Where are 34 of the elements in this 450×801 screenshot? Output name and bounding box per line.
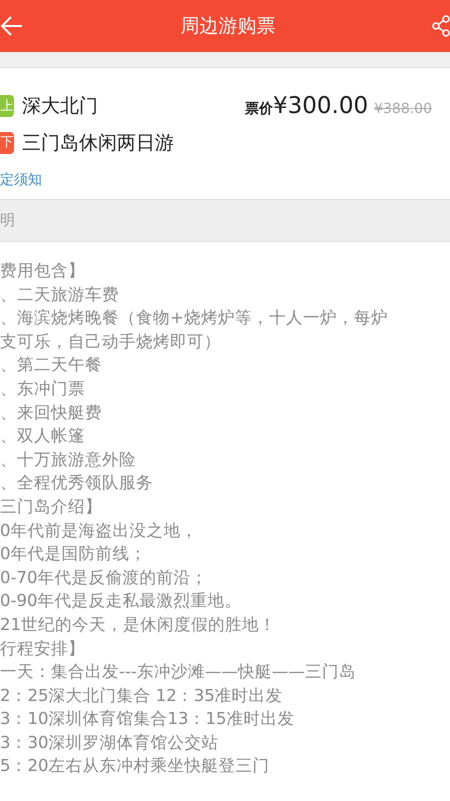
description-line: 、来回快艇费 [0,402,103,424]
booking-notice-link[interactable]: 定须知 [0,170,42,191]
description-line: 、海滨烧烤晚餐（食物+烧烤炉等，十人一炉，每炉 [0,307,389,330]
description-line: 、全程优秀领队服务 [0,472,154,494]
description-line: 一天：集合出发---东冲沙滩——快艇——三门岛 [0,661,357,684]
description-line: 0-90年代是反走私最激烈重地。 [0,590,242,612]
back-icon[interactable] [0,15,24,37]
description-line: 三门岛介绍】 [0,496,103,518]
description-line: 0-70年代是反偷渡的前沿； [0,566,208,589]
stop-badge: 下 [0,132,14,154]
description-line: 费用包含】 [0,260,86,282]
description-line: 21世纪的今天，是休闲度假的胜地！ [0,614,277,636]
share-icon[interactable] [432,15,450,37]
description-line: 支可乐，自己动手烧烤即可） [0,330,222,353]
description-line: 、双人帐篷 [0,425,86,448]
price-label: 票价 [244,100,273,119]
description-line: 2：25深大北门集合 12：35准时出发 [0,684,284,707]
description-line: 0年代前是海盗出没之地， [0,520,198,542]
stop-name: 深大北门 [22,94,98,119]
description-line: 、第二天午餐 [0,354,103,376]
original-price: ¥388.00 [374,100,432,119]
description-line: 、东冲门票 [0,378,86,400]
description-line: 、十万旅游意外险 [0,448,137,471]
description-line: 5：20左右从东冲村乘坐快艇登三门 [0,755,270,778]
description-line: 、二天旅游车费 [0,284,120,306]
current-price: ¥300.00 [272,92,368,121]
stop-name: 三门岛休闲两日游 [22,130,174,156]
stop-badge: 上 [0,95,14,118]
description-line: 3：30深圳罗湖体育馆公交站 [0,732,220,754]
description-line: 3：10深圳体育馆集合13：15准时出发 [0,708,296,730]
section-title: 明 [0,210,15,232]
description-line: 行程安排】 [0,638,86,660]
description-line: 0年代是国防前线； [0,543,148,566]
page-title: 周边游购票 [180,14,276,39]
